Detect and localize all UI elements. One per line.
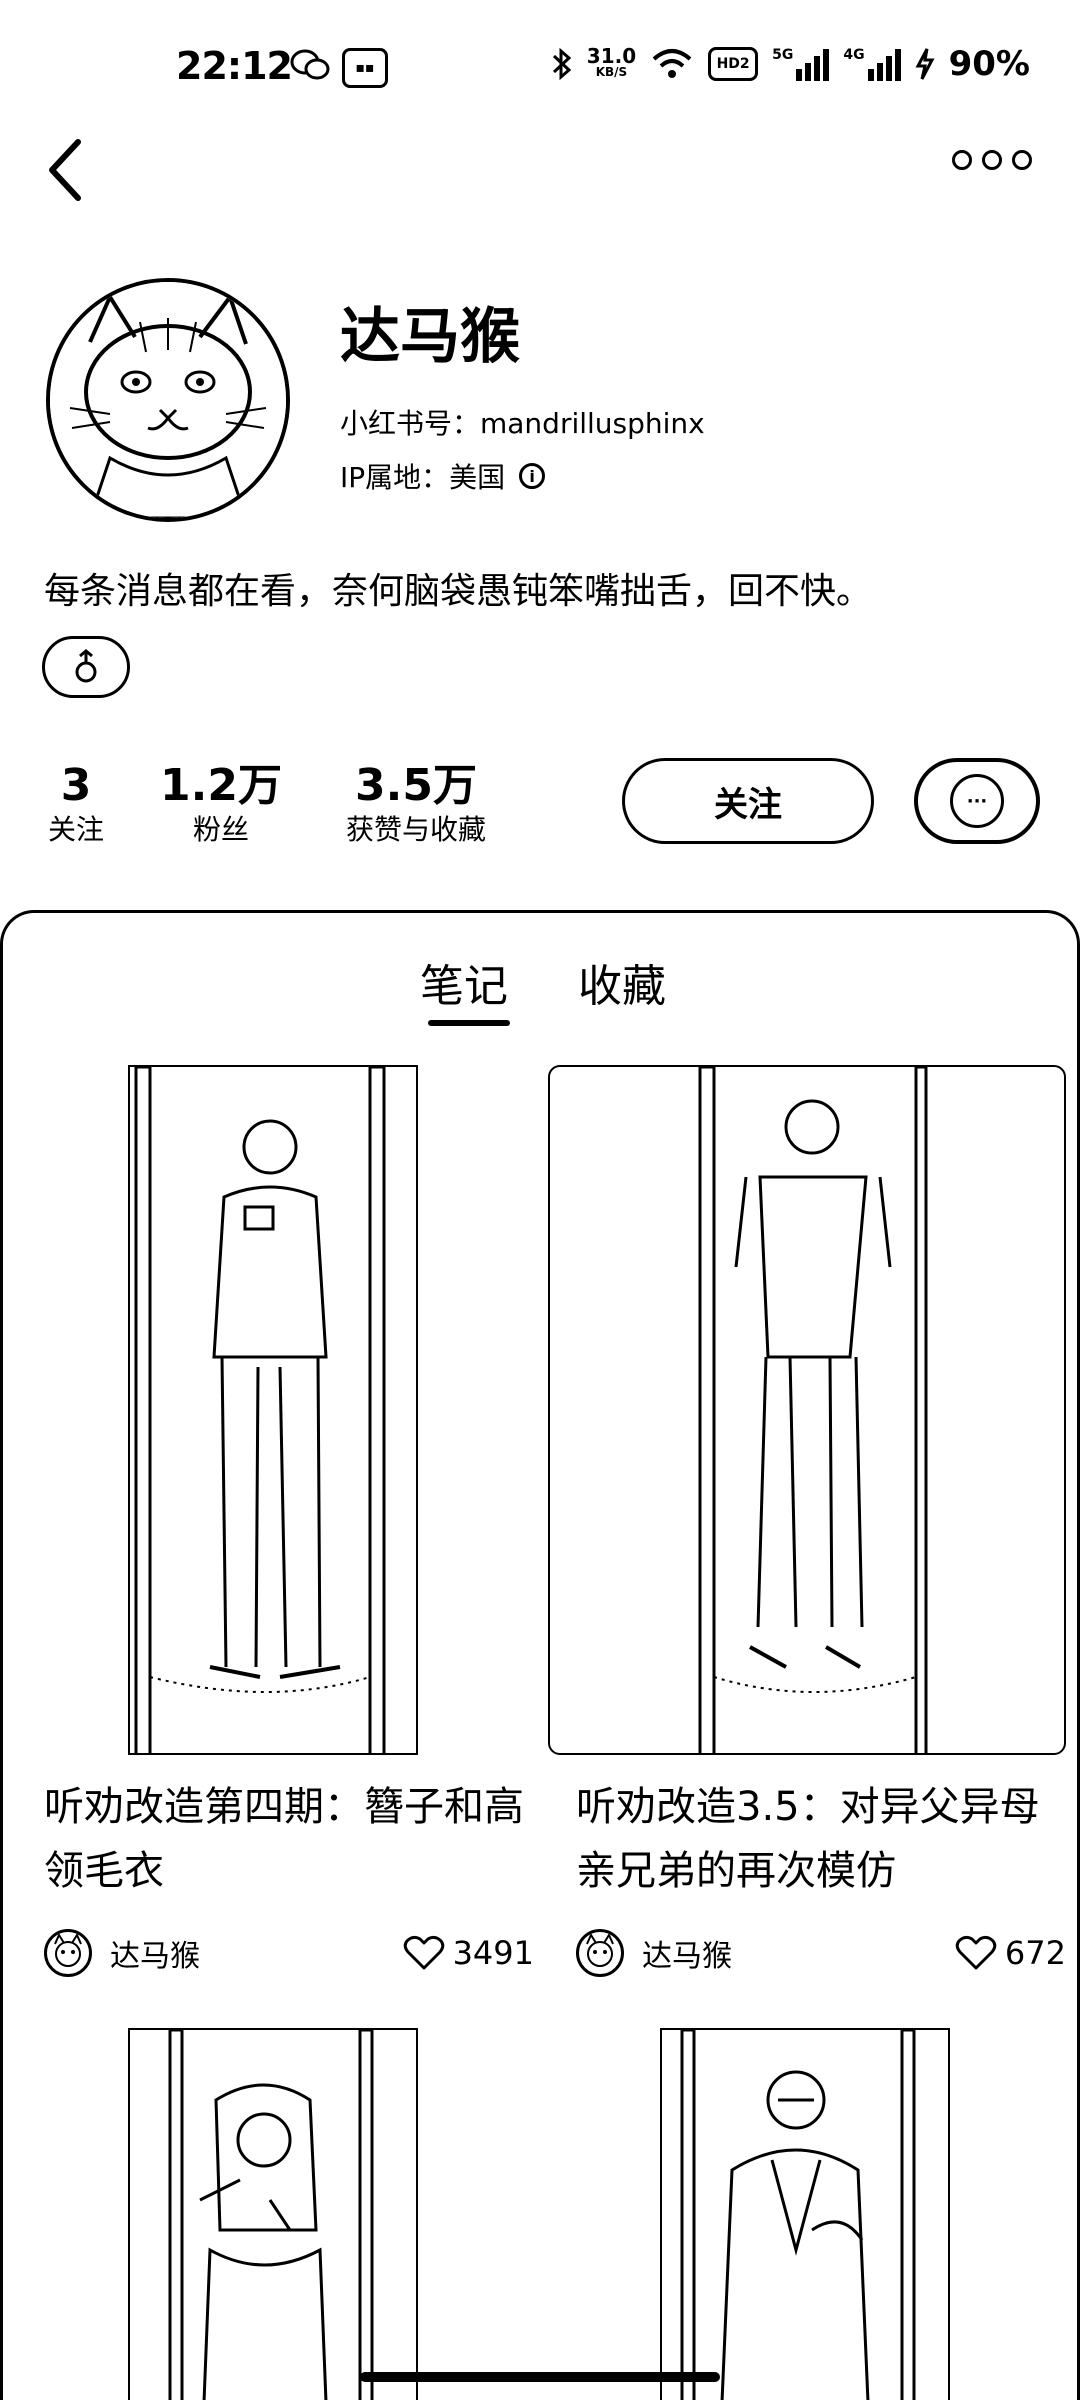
status-time: 22:12 [176,44,293,88]
back-button[interactable] [40,130,100,210]
author-avatar[interactable] [44,1929,92,1977]
stat-following[interactable]: 3 关注 [40,760,112,848]
wifi-icon [652,49,692,78]
stat-followers[interactable]: 1.2万 粉丝 [156,760,286,848]
active-tab-indicator [428,1020,510,1026]
tab-notes[interactable]: 笔记 [420,950,508,1014]
info-icon[interactable]: i [519,463,546,489]
heart-icon [403,1935,444,1970]
signal-4g: 4G [843,47,901,81]
chat-icon: ··· [950,774,1004,828]
stat-value: 1.2万 [160,760,282,811]
like-button[interactable]: 3491 [403,1934,534,1972]
gender-badge [42,636,130,698]
like-button[interactable]: 672 [955,1934,1066,1972]
signal-icon [867,47,901,81]
post-photo [698,1067,928,1753]
cat-avatar-image [50,282,286,518]
post-title[interactable]: 听劝改造第四期：簪子和高领毛衣 [44,1775,534,1903]
author-name[interactable]: 达马猴 [110,1931,403,1975]
status-bar: 22:12 ▪▪ 31.0 KB/S HD2 5G 4G 90% [0,0,1080,130]
post-cover-image[interactable] [548,1065,1066,1755]
stat-value: 3 [60,760,92,811]
charging-icon [915,48,935,80]
red-id: 小红书号：mandrillusphinx [340,407,705,440]
profile-name: 达马猴 [340,302,520,372]
net-speed: 31.0 KB/S [586,44,637,79]
post-meta: 达马猴 672 [576,1928,1066,1978]
author-name[interactable]: 达马猴 [642,1931,955,1975]
wechat-icon [290,48,330,86]
signal-icon [796,47,830,81]
more-button[interactable] [952,150,1032,170]
stat-label: 获赞与收藏 [345,813,486,846]
like-count: 672 [1004,1934,1066,1972]
status-right: 31.0 KB/S HD2 5G 4G 90% [551,44,1030,84]
more-horizontal-icon [952,150,1032,170]
post-cover-image[interactable] [128,2028,418,2400]
stat-label: 粉丝 [192,813,249,846]
post-photo [168,2030,374,2400]
profile-bio: 每条消息都在看，奈何脑袋愚钝笨嘴拙舌，回不快。 [44,571,873,612]
post-cover-image[interactable] [128,1065,418,1755]
home-indicator[interactable] [360,2372,720,2382]
heart-icon [955,1935,997,1970]
mini-program-icon: ▪▪ [342,48,388,88]
tab-collections[interactable]: 收藏 [578,950,666,1014]
hd-icon: HD2 [708,47,759,81]
chat-button[interactable]: ··· [914,758,1040,844]
stat-likes[interactable]: 3.5万 获赞与收藏 [326,760,506,848]
ip-location: IP属地：美国 i [340,456,546,496]
post-photo [680,2030,916,2400]
bluetooth-icon [552,47,572,81]
ip-location-text: IP属地：美国 [340,461,506,494]
gender-icon [75,649,97,683]
chevron-left-icon [49,139,81,201]
post-photo [134,1067,386,1753]
stat-label: 关注 [47,813,104,846]
battery-percent: 90% [948,44,1030,84]
post-meta: 达马猴 3491 [44,1928,534,1978]
author-avatar[interactable] [576,1929,624,1977]
like-count: 3491 [452,1934,534,1972]
signal-5g: 5G [772,47,830,81]
stat-value: 3.5万 [355,760,477,811]
avatar[interactable] [46,278,290,522]
post-cover-image[interactable] [660,2028,950,2400]
follow-button[interactable]: 关注 [622,758,874,844]
post-title[interactable]: 听劝改造3.5：对异父异母亲兄弟的再次模仿 [576,1775,1066,1903]
